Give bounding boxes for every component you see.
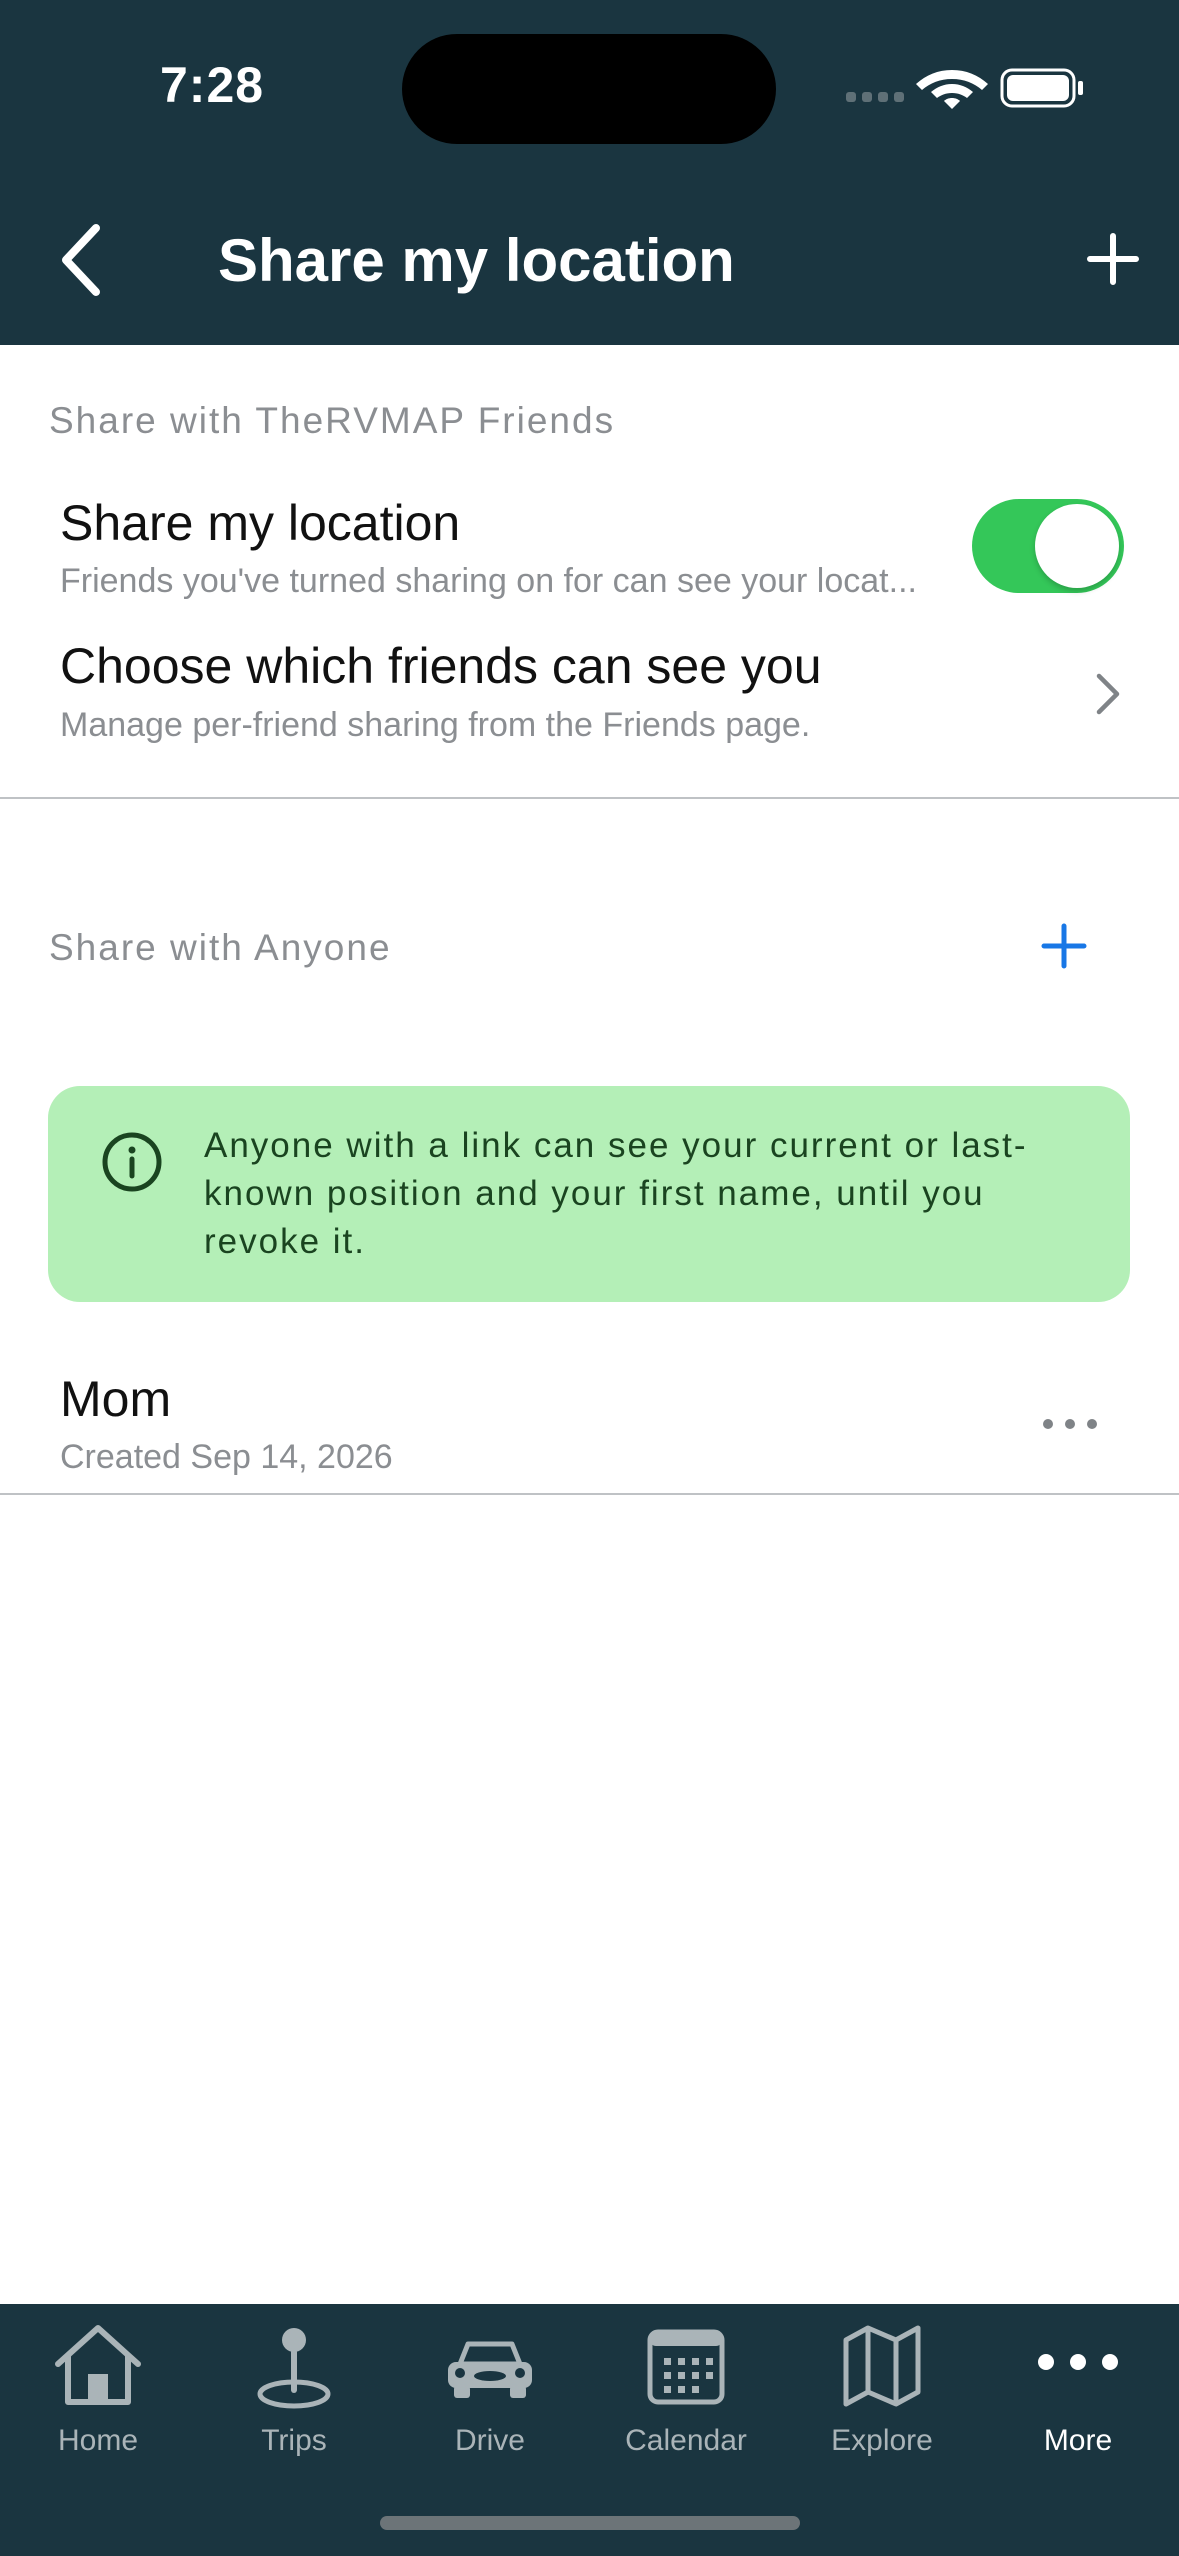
status-icons xyxy=(846,68,1083,109)
map-pin-icon xyxy=(257,2328,331,2409)
tab-label: Drive xyxy=(454,2424,525,2457)
back-chevron-icon[interactable] xyxy=(52,222,112,298)
tab-calendar[interactable]: Calendar xyxy=(588,2304,784,2457)
tab-bar: Home Trips Drive Calendar Explore More xyxy=(0,2304,1179,2556)
calendar-icon xyxy=(647,2329,725,2405)
home-icon xyxy=(55,2325,141,2405)
choose-friends-title: Choose which friends can see you xyxy=(60,638,822,694)
tab-drive[interactable]: Drive xyxy=(392,2304,588,2457)
more-icon xyxy=(1038,2354,1118,2370)
share-link-created: Created Sep 14, 2026 xyxy=(60,1438,393,1476)
tab-label: Calendar xyxy=(625,2424,747,2457)
page-title: Share my location xyxy=(218,227,735,294)
status-time: 7:28 xyxy=(160,57,265,113)
section-header-friends: Share with TheRVMAP Friends xyxy=(49,400,616,441)
wifi-icon xyxy=(916,70,988,109)
tab-home[interactable]: Home xyxy=(0,2304,196,2457)
share-location-title: Share my location xyxy=(60,495,461,551)
tab-label: More xyxy=(1043,2424,1113,2457)
car-icon xyxy=(448,2341,532,2398)
dynamic-island xyxy=(402,34,776,144)
add-icon[interactable] xyxy=(1080,226,1146,292)
info-icon xyxy=(102,1132,162,1192)
info-banner: Anyone with a link can see your current … xyxy=(48,1086,1130,1302)
info-text: Anyone with a link can see your current … xyxy=(204,1126,1028,1261)
share-location-toggle[interactable] xyxy=(972,499,1124,593)
screen: 7:28 Share my location Share with TheRVM… xyxy=(0,0,1179,2556)
tab-label: Home xyxy=(57,2424,139,2457)
divider xyxy=(0,797,1179,799)
divider xyxy=(0,1493,1179,1495)
cellular-signal-icon xyxy=(846,92,904,102)
share-link-name: Mom xyxy=(60,1371,172,1427)
tab-explore[interactable]: Explore xyxy=(784,2304,980,2457)
share-link-row[interactable]: Mom Created Sep 14, 2026 xyxy=(0,1360,1179,1492)
tab-label: Explore xyxy=(831,2424,933,2457)
map-icon xyxy=(843,2325,921,2407)
chevron-right-icon[interactable] xyxy=(1094,672,1122,716)
header: 7:28 Share my location xyxy=(0,0,1179,345)
add-link-icon[interactable] xyxy=(1040,922,1088,970)
share-location-subtitle: Friends you've turned sharing on for can… xyxy=(60,562,917,600)
ellipsis-icon[interactable] xyxy=(1040,1412,1100,1436)
toggle-knob xyxy=(1035,504,1119,588)
tab-trips[interactable]: Trips xyxy=(196,2304,392,2457)
battery-icon xyxy=(1000,68,1083,108)
section-header-anyone: Share with Anyone xyxy=(49,927,392,968)
choose-friends-subtitle: Manage per-friend sharing from the Frien… xyxy=(60,706,811,744)
tab-more[interactable]: More xyxy=(980,2304,1176,2457)
tab-label: Trips xyxy=(261,2424,327,2457)
home-indicator xyxy=(380,2516,800,2530)
